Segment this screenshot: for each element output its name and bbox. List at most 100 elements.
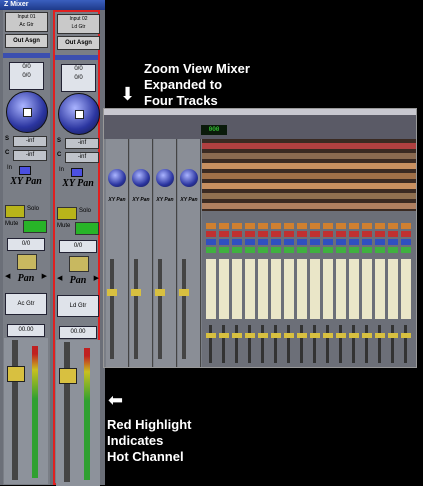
console-cell[interactable] xyxy=(284,231,294,237)
console-fader[interactable] xyxy=(375,333,385,338)
mini-knob[interactable] xyxy=(132,169,150,187)
console-fader[interactable] xyxy=(401,333,411,338)
send-s-value[interactable]: -inf xyxy=(65,138,99,149)
console-cell[interactable] xyxy=(349,247,359,253)
console-cell[interactable] xyxy=(310,259,320,319)
console-cell[interactable] xyxy=(271,239,281,245)
console-fader[interactable] xyxy=(336,333,346,338)
console-cell[interactable] xyxy=(323,231,333,237)
console-cell[interactable] xyxy=(336,259,346,319)
track-lane[interactable] xyxy=(202,203,416,209)
console-cell[interactable] xyxy=(284,223,294,229)
console-cell[interactable] xyxy=(401,223,411,229)
send-s-value[interactable]: -inf xyxy=(13,136,47,147)
send-c-value[interactable]: -inf xyxy=(13,150,47,161)
volume-fader[interactable] xyxy=(59,368,77,384)
console-cell[interactable] xyxy=(401,239,411,245)
console-cell[interactable] xyxy=(297,223,307,229)
console-cell[interactable] xyxy=(401,231,411,237)
console-cell[interactable] xyxy=(388,239,398,245)
mini-knob[interactable] xyxy=(180,169,198,187)
track-name[interactable]: Ac Gtr xyxy=(5,293,47,315)
console-cell[interactable] xyxy=(206,259,216,319)
mini-fader[interactable] xyxy=(155,289,165,296)
console-cell[interactable] xyxy=(284,247,294,253)
console-cell[interactable] xyxy=(375,231,385,237)
console-cell[interactable] xyxy=(297,259,307,319)
track-lane[interactable] xyxy=(202,143,416,149)
console-cell[interactable] xyxy=(375,259,385,319)
console-fader[interactable] xyxy=(206,333,216,338)
console-cell[interactable] xyxy=(297,239,307,245)
pan-knob[interactable] xyxy=(17,254,37,270)
track-lane[interactable] xyxy=(202,163,416,169)
console-cell[interactable] xyxy=(258,239,268,245)
console-cell[interactable] xyxy=(362,239,372,245)
console-cell[interactable] xyxy=(271,231,281,237)
output-assign-button[interactable]: Out Asgn xyxy=(5,34,48,48)
console-cell[interactable] xyxy=(284,259,294,319)
console-cell[interactable] xyxy=(271,223,281,229)
console-cell[interactable] xyxy=(336,239,346,245)
track-lane[interactable] xyxy=(202,193,416,199)
console-cell[interactable] xyxy=(349,223,359,229)
console-cell[interactable] xyxy=(401,247,411,253)
console-fader[interactable] xyxy=(219,333,229,338)
console-fader[interactable] xyxy=(271,333,281,338)
console-fader[interactable] xyxy=(258,333,268,338)
console-cell[interactable] xyxy=(219,231,229,237)
console-cell[interactable] xyxy=(362,231,372,237)
mini-fader[interactable] xyxy=(179,289,189,296)
console-cell[interactable] xyxy=(258,259,268,319)
console-fader[interactable] xyxy=(245,333,255,338)
console-cell[interactable] xyxy=(310,247,320,253)
console-cell[interactable] xyxy=(362,223,372,229)
console-cell[interactable] xyxy=(258,247,268,253)
console-cell[interactable] xyxy=(310,231,320,237)
console-cell[interactable] xyxy=(284,239,294,245)
mini-fader[interactable] xyxy=(107,289,117,296)
track-lane[interactable] xyxy=(202,183,416,189)
console-cell[interactable] xyxy=(388,231,398,237)
console-cell[interactable] xyxy=(362,259,372,319)
console-cell[interactable] xyxy=(375,223,385,229)
console-cell[interactable] xyxy=(206,239,216,245)
console-cell[interactable] xyxy=(258,231,268,237)
console-cell[interactable] xyxy=(297,231,307,237)
console-cell[interactable] xyxy=(245,247,255,253)
track-lane[interactable] xyxy=(202,173,416,179)
output-assign-button[interactable]: Out Asgn xyxy=(57,36,100,50)
console-cell[interactable] xyxy=(310,223,320,229)
console-cell[interactable] xyxy=(362,247,372,253)
console-fader[interactable] xyxy=(362,333,372,338)
mini-knob[interactable] xyxy=(108,169,126,187)
track-name[interactable]: Ld Gtr xyxy=(57,295,99,317)
console-cell[interactable] xyxy=(232,223,242,229)
console-cell[interactable] xyxy=(349,231,359,237)
console-cell[interactable] xyxy=(310,239,320,245)
console-cell[interactable] xyxy=(219,259,229,319)
console-cell[interactable] xyxy=(349,239,359,245)
console-cell[interactable] xyxy=(245,231,255,237)
console-cell[interactable] xyxy=(323,259,333,319)
console-cell[interactable] xyxy=(219,223,229,229)
console-fader[interactable] xyxy=(323,333,333,338)
console-cell[interactable] xyxy=(245,239,255,245)
console-cell[interactable] xyxy=(232,239,242,245)
console-fader[interactable] xyxy=(349,333,359,338)
input-selector[interactable]: Input 01 Ac Gtr xyxy=(5,12,48,32)
console-fader[interactable] xyxy=(388,333,398,338)
console-cell[interactable] xyxy=(245,259,255,319)
mute-button[interactable] xyxy=(23,220,47,233)
mini-fader[interactable] xyxy=(131,289,141,296)
console-cell[interactable] xyxy=(388,247,398,253)
console-cell[interactable] xyxy=(336,223,346,229)
mini-knob[interactable] xyxy=(156,169,174,187)
console-cell[interactable] xyxy=(323,247,333,253)
console-cell[interactable] xyxy=(232,247,242,253)
in-toggle[interactable]: In xyxy=(59,167,95,177)
track-view[interactable] xyxy=(202,139,416,211)
console-cell[interactable] xyxy=(232,231,242,237)
console-fader[interactable] xyxy=(232,333,242,338)
console-cell[interactable] xyxy=(206,231,216,237)
